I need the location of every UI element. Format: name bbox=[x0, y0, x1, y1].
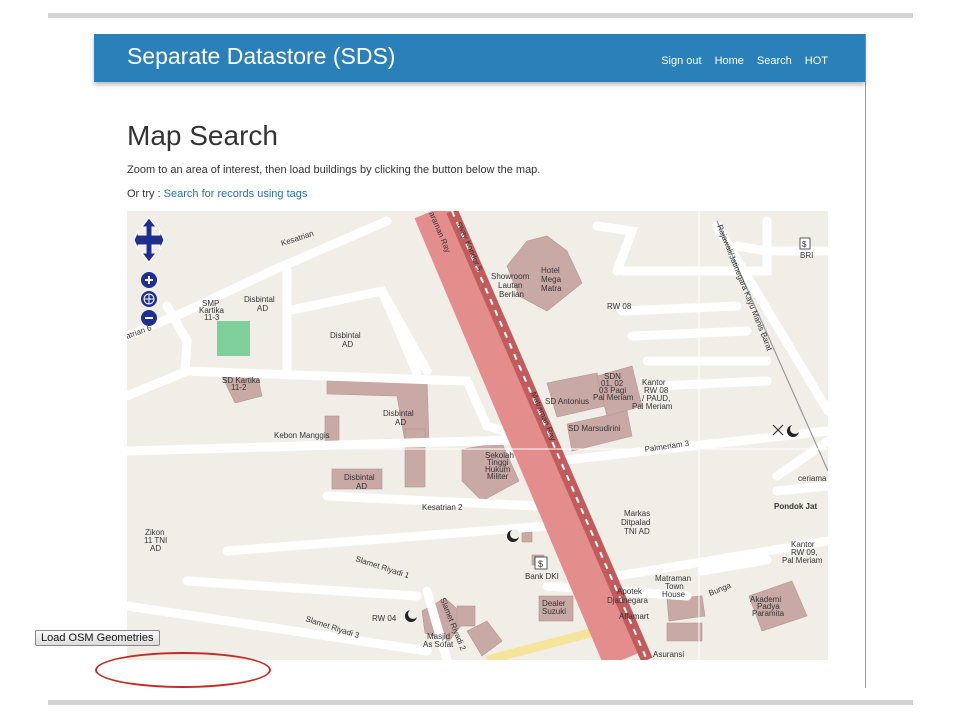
zoom-world-button[interactable] bbox=[140, 290, 158, 308]
tag-search-link[interactable]: Search for records using tags bbox=[164, 188, 308, 200]
map-label-sdn-4: Pal Meriam bbox=[593, 393, 634, 402]
nav-sign-out[interactable]: Sign out bbox=[661, 55, 701, 67]
map-label-showroom-3: Berlian bbox=[499, 290, 524, 299]
pan-control[interactable] bbox=[133, 217, 165, 263]
nav-links: Sign out Home Search HOT bbox=[648, 55, 828, 67]
map-label-masjid-2: As Sofat bbox=[423, 640, 454, 649]
map-label-alfamart: Alfamart bbox=[619, 612, 650, 621]
navbar: Separate Datastore (SDS) Sign out Home S… bbox=[94, 34, 865, 82]
frame-bottom-rule bbox=[48, 700, 913, 705]
svg-text:$: $ bbox=[802, 240, 807, 249]
map-label-sd-marsudirini: SD Marsudirini bbox=[568, 424, 621, 433]
map-label-disbintal-4-ad: AD bbox=[356, 482, 367, 491]
map-label-pondok-jati: Pondok Jat bbox=[774, 502, 817, 511]
map-label-sd-kartika-2: 11-2 bbox=[231, 383, 247, 392]
map-label-ceriama: ceriama bbox=[798, 474, 827, 483]
map-label-markas-3: TNI AD bbox=[624, 527, 650, 536]
or-try-line: Or try : Search for records using tags bbox=[127, 188, 307, 200]
page-container: Separate Datastore (SDS) Sign out Home S… bbox=[94, 34, 866, 688]
map-label-matraman-town-3: House bbox=[662, 590, 686, 599]
page-title: Map Search bbox=[127, 120, 278, 151]
map-label-rw08: RW 08 bbox=[607, 302, 632, 311]
map-label-disbintal-2: Disbintal bbox=[330, 331, 361, 340]
map-label-apotek-2: Djatinegara bbox=[607, 596, 648, 605]
map-label-sekolah-4: Militer bbox=[487, 472, 509, 481]
map-label-apotek-1: Apotek bbox=[617, 587, 643, 596]
or-try-prefix: Or try : bbox=[127, 188, 164, 200]
nav-hot[interactable]: HOT bbox=[805, 55, 828, 67]
map-label-slamet-1: Slamet Riyadi 1 bbox=[354, 554, 411, 580]
svg-text:$: $ bbox=[538, 559, 543, 569]
map-label-hotel-3: Matra bbox=[541, 284, 562, 293]
map-label-disbintal-3: Disbintal bbox=[383, 409, 414, 418]
map-label-kantor-rw09-3: Pal Meriam bbox=[782, 556, 823, 565]
brand-link[interactable]: Separate Datastore (SDS) bbox=[127, 43, 395, 70]
zoom-in-button[interactable] bbox=[140, 271, 158, 289]
map-label-showroom-2: Lautan bbox=[498, 281, 522, 290]
map-label-dealer-2: Suzuki bbox=[542, 607, 566, 616]
map-label-asuransi: Asuransi bbox=[653, 650, 684, 659]
map-label-markas-2: Ditpalad bbox=[621, 518, 650, 527]
zoom-out-button[interactable] bbox=[140, 309, 158, 327]
map-label-hotel-1: Hotel bbox=[541, 266, 560, 275]
load-osm-geometries-button[interactable]: Load OSM Geometries bbox=[35, 630, 160, 646]
map-viewport[interactable]: $ $ Kesatrian atrian 6 SMP Kartika 11-3 … bbox=[127, 211, 828, 660]
map-label-bank-dki: Bank DKI bbox=[525, 572, 559, 581]
bank-icon-bri: $ bbox=[799, 237, 811, 250]
map-label-markas-1: Markas bbox=[624, 509, 650, 518]
mosque-icon-3 bbox=[405, 609, 418, 622]
map-label-kesatrian2: Kesatrian 2 bbox=[422, 503, 463, 512]
map-label-hotel-2: Mega bbox=[541, 275, 562, 284]
park-area bbox=[217, 321, 250, 356]
map-label-disbintal-1-ad: AD bbox=[257, 304, 268, 313]
map-label-showroom-1: Showroom bbox=[491, 272, 530, 281]
map-label-kebon-manggis: Kebon Manggis bbox=[274, 431, 330, 440]
map-label-disbintal-4: Disbintal bbox=[344, 473, 375, 482]
map-label-bri: BRI bbox=[800, 251, 813, 260]
map-label-kesatrian: Kesatrian bbox=[280, 229, 315, 248]
nav-home[interactable]: Home bbox=[715, 55, 744, 67]
frame-top-rule bbox=[48, 13, 913, 18]
intro-text: Zoom to an area of interest, then load b… bbox=[127, 164, 541, 176]
map-label-bunga: Bunga bbox=[707, 581, 732, 598]
nav-search[interactable]: Search bbox=[757, 55, 792, 67]
map-label-disbintal-2-ad: AD bbox=[342, 340, 353, 349]
map-label-akademi-3: Paramita bbox=[752, 609, 785, 618]
bank-icon-dki: $ bbox=[534, 556, 548, 570]
map-label-sd-antonius: SD Antonius bbox=[545, 397, 589, 406]
map-label-kantor-rw08-4: Pal Meriam bbox=[632, 402, 673, 411]
map-label-rw04: RW 04 bbox=[372, 614, 397, 623]
map-canvas[interactable]: $ $ Kesatrian atrian 6 SMP Kartika 11-3 … bbox=[127, 211, 828, 660]
map-label-zikon-3: AD bbox=[150, 544, 161, 553]
map-label-disbintal-3-ad: AD bbox=[395, 418, 406, 427]
map-label-smp-3: 11-3 bbox=[204, 313, 220, 322]
map-label-disbintal-1: Disbintal bbox=[244, 295, 275, 304]
